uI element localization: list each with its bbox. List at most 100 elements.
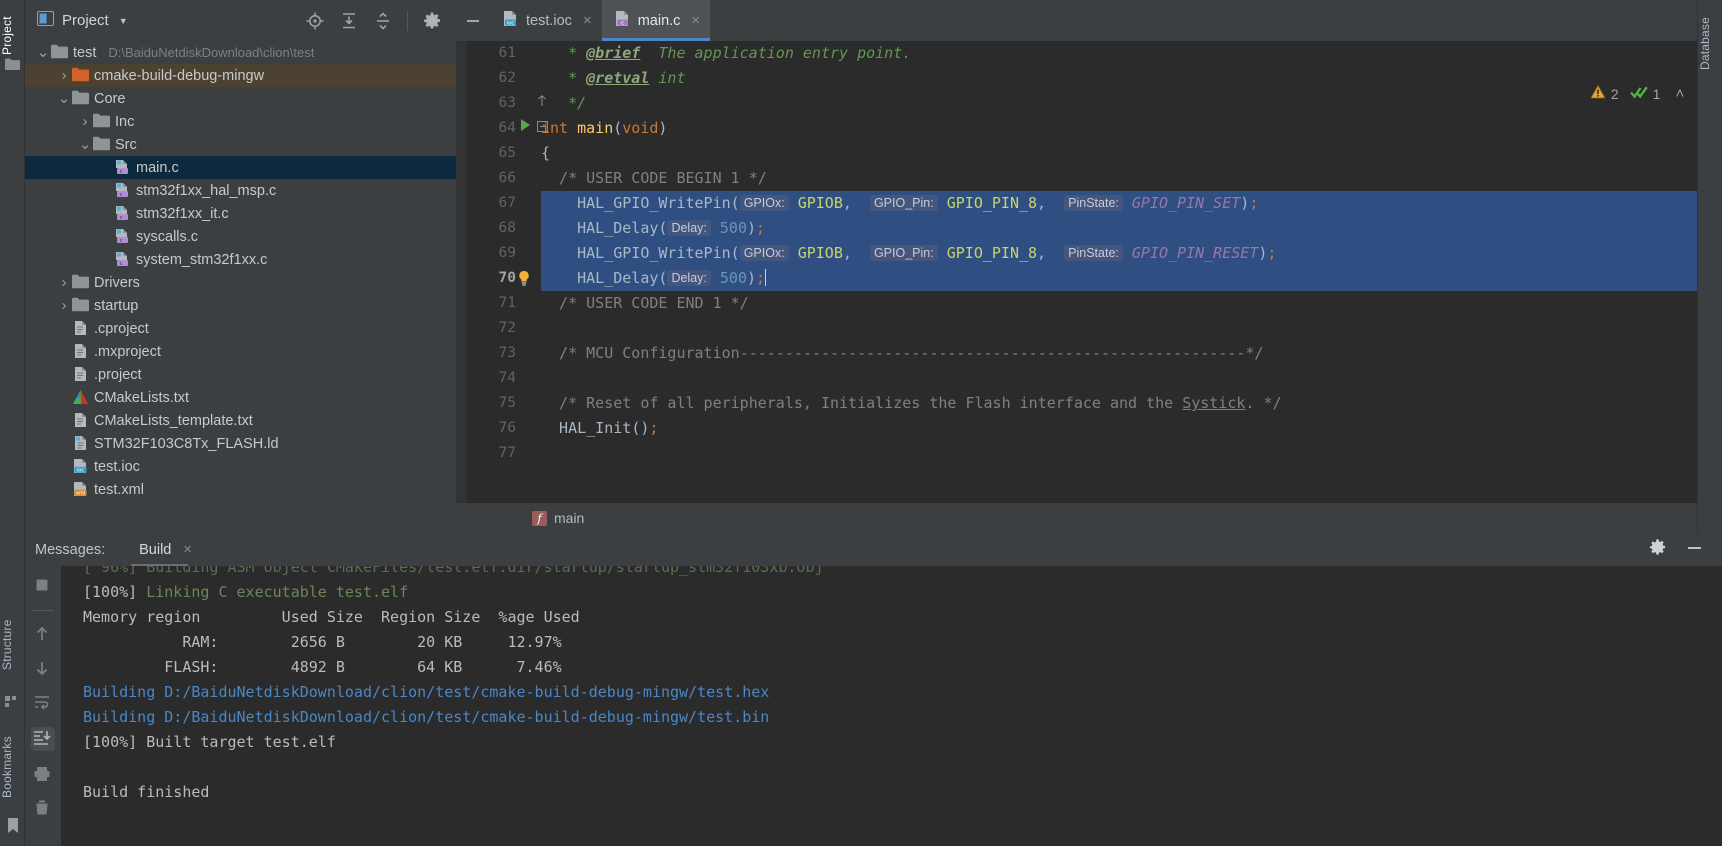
print-icon[interactable] (33, 765, 53, 785)
tree-row-drivers[interactable]: › Drivers (25, 271, 456, 294)
code-text[interactable]: HAL_Delay(Delay: 500); (541, 266, 1722, 291)
code-line[interactable]: 67 HAL_GPIO_WritePin(GPIOx: GPIOB, GPIO_… (456, 191, 1722, 216)
line-number[interactable]: 68 (456, 216, 516, 241)
build-message[interactable]: Building D:/BaiduNetdiskDownload/clion/t… (83, 708, 769, 726)
code-text[interactable]: HAL_Init(); (541, 416, 1722, 441)
code-text[interactable]: /* Reset of all peripherals, Initializes… (541, 391, 1722, 416)
code-line[interactable]: 71 /* USER CODE END 1 */ (456, 291, 1722, 316)
line-number[interactable]: 72 (456, 316, 516, 341)
close-icon[interactable]: × (183, 542, 191, 558)
hide-editor-button[interactable] (456, 0, 490, 41)
code-text[interactable] (541, 441, 1722, 466)
code-line[interactable]: 75 /* Reset of all peripherals, Initiali… (456, 391, 1722, 416)
code-text[interactable]: */ (541, 91, 1722, 116)
close-icon[interactable]: × (583, 12, 592, 29)
code-line[interactable]: 62 * @retval int (456, 66, 1722, 91)
line-number[interactable]: 65 (456, 141, 516, 166)
close-icon[interactable]: × (691, 12, 700, 29)
chevron-right-icon[interactable]: › (77, 113, 93, 130)
code-line[interactable]: 76 HAL_Init(); (456, 416, 1722, 441)
tree-row-test-xml[interactable]: xml test.xml (25, 478, 456, 501)
chevron-right-icon[interactable]: › (56, 297, 72, 314)
breadcrumb[interactable]: f main (456, 503, 1722, 533)
line-number[interactable]: 61 (456, 41, 516, 66)
code-line[interactable]: 73 /* MCU Configuration-----------------… (456, 341, 1722, 366)
code-text[interactable]: * @brief The application entry point. (541, 41, 1722, 66)
chevron-down-icon[interactable]: ▼ (119, 16, 128, 26)
build-message[interactable]: Building D:/BaiduNetdiskDownload/clion/t… (83, 683, 769, 701)
code-text[interactable] (541, 366, 1722, 391)
tree-row-src[interactable]: ⌄ Src (25, 133, 456, 156)
code-line[interactable]: 74 (456, 366, 1722, 391)
code-line[interactable]: 65 { (456, 141, 1722, 166)
line-number[interactable]: 69 (456, 241, 516, 266)
tree-row-system-stm32f1xx-c[interactable]: c system_stm32f1xx.c (25, 248, 456, 271)
code-line[interactable]: 64 int main(void) (456, 116, 1722, 141)
trash-icon[interactable] (33, 799, 53, 819)
scroll-to-end-icon[interactable] (31, 727, 55, 751)
project-file-tree[interactable]: ⌄ test D:\BaiduNetdiskDownload\clion\test ›… (25, 41, 456, 533)
tree-row-test[interactable]: ⌄ test D:\BaiduNetdiskDownload\clion\test (25, 41, 456, 64)
build-output-line[interactable]: Building D:/BaiduNetdiskDownload/clion/t… (83, 680, 1722, 705)
code-line[interactable]: 68 HAL_Delay(Delay: 500); (456, 216, 1722, 241)
editor-tab-main-c[interactable]: c main.c × (601, 0, 711, 41)
line-number[interactable]: 64 (456, 116, 516, 141)
line-number[interactable]: 70 (456, 266, 516, 291)
code-text[interactable]: HAL_GPIO_WritePin(GPIOx: GPIOB, GPIO_Pin… (541, 191, 1722, 216)
tree-row-inc[interactable]: › Inc (25, 110, 456, 133)
chevron-down-icon[interactable]: ⌄ (35, 45, 51, 61)
tree-row-cmakelists-txt[interactable]: CMakeLists.txt (25, 386, 456, 409)
code-text[interactable]: /* USER CODE END 1 */ (541, 291, 1722, 316)
code-line[interactable]: 72 (456, 316, 1722, 341)
line-number[interactable]: 66 (456, 166, 516, 191)
line-number[interactable]: 62 (456, 66, 516, 91)
inspection-widget[interactable]: 2 1 ˄ ˅ (1590, 84, 1706, 103)
tree-row--mxproject[interactable]: .mxproject (25, 340, 456, 363)
code-text[interactable]: HAL_Delay(Delay: 500); (541, 216, 1722, 241)
tool-tab-bookmarks[interactable]: Bookmarks (0, 718, 25, 816)
tool-tab-database[interactable]: Database (1698, 4, 1722, 84)
line-number[interactable]: 73 (456, 341, 516, 366)
build-output-line[interactable]: Building D:/BaiduNetdiskDownload/clion/t… (83, 705, 1722, 730)
chevron-right-icon[interactable]: › (56, 67, 72, 84)
line-number[interactable]: 75 (456, 391, 516, 416)
code-text[interactable]: /* USER CODE BEGIN 1 */ (541, 166, 1722, 191)
tree-row-core[interactable]: ⌄ Core (25, 87, 456, 110)
previous-highlight-icon[interactable]: ˄ (1675, 85, 1684, 102)
code-editor[interactable]: 61 * @brief The application entry point.… (456, 41, 1722, 533)
code-text[interactable]: int main(void) (541, 116, 1722, 141)
tree-row-cmakelists-template-txt[interactable]: CMakeLists_template.txt (25, 409, 456, 432)
code-text[interactable]: /* MCU Configuration--------------------… (541, 341, 1722, 366)
code-text[interactable]: HAL_GPIO_WritePin(GPIOx: GPIOB, GPIO_Pin… (541, 241, 1722, 266)
line-number[interactable]: 71 (456, 291, 516, 316)
gear-icon[interactable] (422, 11, 442, 31)
tree-row-stm32f103c8tx-flash-ld[interactable]: STM32F103C8Tx_FLASH.ld (25, 432, 456, 455)
tree-row-cmake-build-debug-mingw[interactable]: › cmake-build-debug-mingw (25, 64, 456, 87)
down-arrow-icon[interactable] (33, 659, 53, 679)
line-number[interactable]: 77 (456, 441, 516, 466)
up-arrow-icon[interactable] (33, 625, 53, 645)
collapse-all-icon[interactable] (373, 11, 393, 31)
code-text[interactable]: * @retval int (541, 66, 1722, 91)
tree-row-stm32f1xx-hal-msp-c[interactable]: c stm32f1xx_hal_msp.c (25, 179, 456, 202)
line-number[interactable]: 74 (456, 366, 516, 391)
code-text[interactable] (541, 316, 1722, 341)
minimize-icon[interactable] (1685, 538, 1704, 561)
tree-row-main-c[interactable]: c main.c (25, 156, 456, 179)
line-number[interactable]: 67 (456, 191, 516, 216)
intention-bulb-icon[interactable] (517, 270, 531, 286)
code-line[interactable]: 70 HAL_Delay(Delay: 500); (456, 266, 1722, 291)
line-number[interactable]: 76 (456, 416, 516, 441)
tree-row--cproject[interactable]: .cproject (25, 317, 456, 340)
tree-row-stm32f1xx-it-c[interactable]: c stm32f1xx_it.c (25, 202, 456, 225)
code-line[interactable]: 66 /* USER CODE BEGIN 1 */ (456, 166, 1722, 191)
tree-row-syscalls-c[interactable]: c syscalls.c (25, 225, 456, 248)
line-number[interactable]: 63 (456, 91, 516, 116)
tree-row-test-ioc[interactable]: ioc test.ioc (25, 455, 456, 478)
tree-row--project[interactable]: .project (25, 363, 456, 386)
build-tab[interactable]: Build × (131, 542, 198, 567)
code-line[interactable]: 69 HAL_GPIO_WritePin(GPIOx: GPIOB, GPIO_… (456, 241, 1722, 266)
chevron-down-icon[interactable]: ⌄ (77, 137, 93, 153)
run-gutter-icon[interactable] (519, 116, 531, 141)
editor-tab-test-ioc[interactable]: ioc test.ioc × (490, 0, 602, 41)
